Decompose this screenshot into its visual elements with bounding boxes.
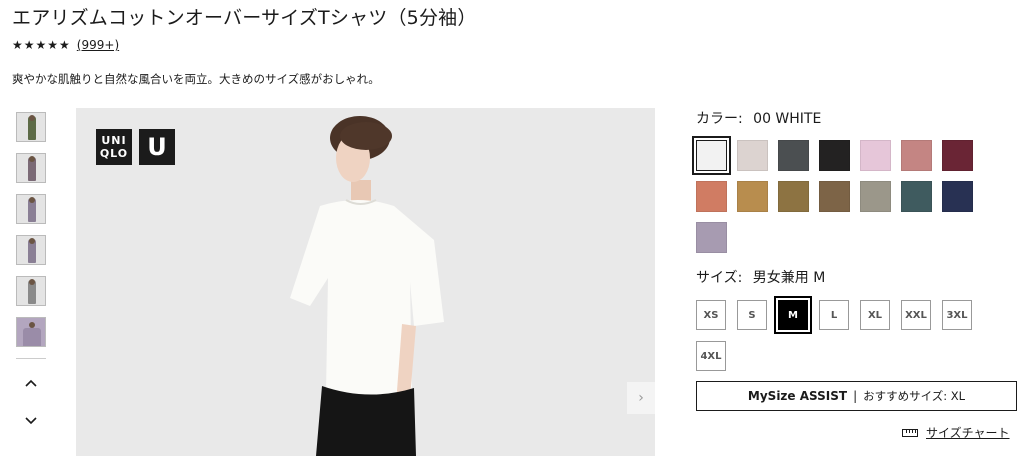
color-swatch[interactable] [901,140,932,171]
uniqlo-logo: UNI QLO [96,129,132,165]
main-product-image: UNI QLO U › [76,108,655,456]
mysize-title: MySize ASSIST [747,389,848,403]
color-swatch[interactable] [737,140,768,171]
rating: ★★★★★ (999+) [12,38,119,52]
size-option-3xl[interactable]: 3XL [942,300,972,330]
size-option-xl[interactable]: XL [860,300,890,330]
color-swatch[interactable] [696,181,727,212]
thumbnail-divider [16,358,46,359]
u-logo: U [139,129,175,165]
color-selected-name: 00 WHITE [753,111,822,127]
color-swatch[interactable] [696,222,727,253]
rating-stars: ★★★★★ [12,38,71,52]
product-description: 爽やかな肌触りと自然な風合いを両立。大きめのサイズ感がおしゃれ。 [12,72,380,86]
size-option-xs[interactable]: XS [696,300,726,330]
color-swatch[interactable] [778,181,809,212]
size-chart-label: サイズチャート [926,426,1010,440]
color-swatch[interactable] [692,136,731,175]
chevron-up-icon[interactable] [16,369,46,397]
chevron-down-icon[interactable] [16,407,46,435]
size-option-l[interactable]: L [819,300,849,330]
mysize-assist-button[interactable]: MySize ASSIST | おすすめサイズ: XL [696,381,1017,411]
color-swatch[interactable] [819,140,850,171]
mysize-recommend: おすすめサイズ: XL [863,389,966,403]
color-swatch[interactable] [819,181,850,212]
mysize-separator: | [853,389,858,403]
thumbnail-2[interactable] [16,153,46,183]
product-title: エアリズムコットンオーバーサイズTシャツ（5分袖） [12,7,477,29]
color-swatch[interactable] [942,140,973,171]
color-label: カラー: [696,111,743,127]
color-swatch[interactable] [737,181,768,212]
size-option-s[interactable]: S [737,300,767,330]
thumbnail-6[interactable] [16,317,46,347]
color-swatch[interactable] [860,140,891,171]
image-next-button[interactable]: › [627,382,655,414]
size-selected-name: 男女兼用 M [752,270,826,286]
color-label-row: カラー: 00 WHITE [696,108,821,128]
thumbnail-3[interactable] [16,194,46,224]
review-count-link[interactable]: (999+) [77,38,119,52]
ruler-icon [902,428,918,437]
color-swatch[interactable] [778,140,809,171]
size-label-row: サイズ: 男女兼用 M [696,267,825,287]
thumbnail-5[interactable] [16,276,46,306]
thumbnail-1[interactable] [16,112,46,142]
size-option-xxl[interactable]: XXL [901,300,931,330]
size-option-4xl[interactable]: 4XL [696,341,726,371]
size-label: サイズ: [696,270,743,286]
size-chart-link[interactable]: サイズチャート [902,424,1010,441]
size-option-m[interactable]: M [774,296,812,334]
color-swatch[interactable] [901,181,932,212]
thumbnail-4[interactable] [16,235,46,265]
color-swatch[interactable] [942,181,973,212]
color-swatch[interactable] [860,181,891,212]
thumbnail-list [16,112,46,435]
